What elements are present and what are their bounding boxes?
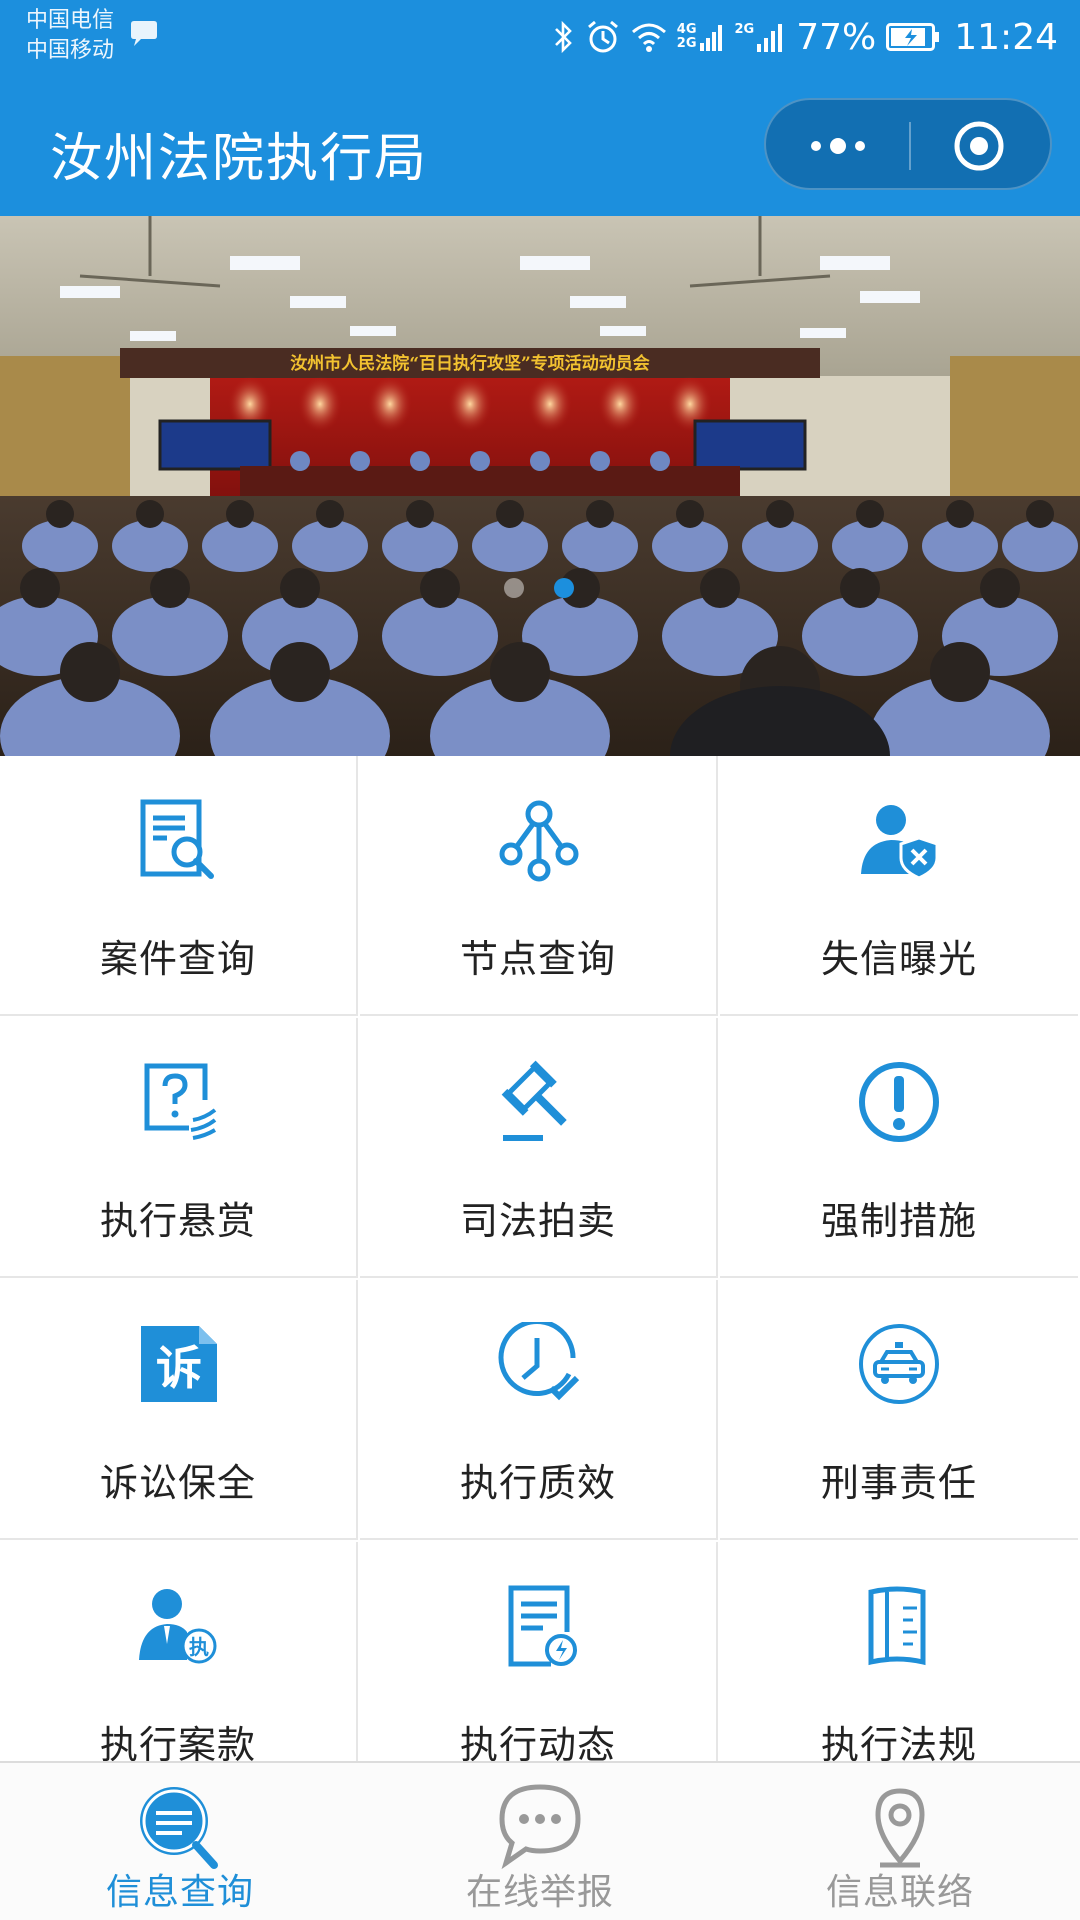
question-reward-icon: [144, 1063, 217, 1140]
tab-info-query[interactable]: 信息查询: [0, 1763, 360, 1920]
location-pin-icon: [875, 1788, 925, 1868]
tab-label: 在线举报: [465, 1872, 614, 1913]
menu-item-label: 执行动态: [459, 1723, 616, 1761]
menu-item-execution-news[interactable]: 执行动态: [360, 1542, 718, 1761]
menu-item-execution-reward[interactable]: 执行悬赏: [0, 1018, 358, 1278]
page-title: 汝州法院执行局: [50, 129, 429, 189]
network-type-2: 2G: [734, 22, 755, 37]
menu-item-label: 刑事责任: [820, 1461, 977, 1505]
signal-1-group: 4G 2G: [677, 23, 725, 51]
litigation-badge-char: 诉: [156, 1341, 202, 1395]
menu-item-label: 诉讼保全: [99, 1461, 256, 1505]
banner-slogan: 汝州市人民法院“百日执行攻坚”专项活动动员会: [290, 353, 650, 374]
rulebook-icon: [868, 1586, 926, 1666]
network-type-1: 4G: [676, 22, 697, 37]
menu-item-label: 执行质效: [459, 1461, 616, 1505]
menu-item-criminal-liability[interactable]: 刑事责任: [720, 1280, 1078, 1540]
document-search-icon: [140, 799, 214, 879]
signal-bars-2-icon: [757, 24, 783, 52]
menu-item-execution-quality[interactable]: 执行质效: [360, 1280, 718, 1540]
menu-item-node-query[interactable]: 节点查询: [360, 756, 718, 1016]
menu-item-label: 执行悬赏: [99, 1199, 256, 1243]
menu-item-label: 执行法规: [820, 1723, 977, 1761]
signal-2-group: 2G: [735, 22, 787, 52]
document-bolt-icon: [508, 1585, 577, 1667]
chat-bubble-icon: [499, 1784, 581, 1870]
menu-item-judicial-auction[interactable]: 司法拍卖: [360, 1018, 718, 1278]
more-button[interactable]: [766, 100, 909, 192]
menu-item-label: 案件查询: [99, 937, 256, 981]
close-button[interactable]: [907, 100, 1050, 192]
police-car-icon: [859, 1324, 939, 1404]
menu-item-label: 司法拍卖: [459, 1199, 616, 1243]
battery-percent: 77%: [796, 16, 877, 58]
menu-item-litigation-preservation[interactable]: 诉 诉讼保全: [0, 1280, 358, 1540]
bluetooth-icon: [554, 20, 572, 54]
menu-item-execution-regulations[interactable]: 执行法规: [720, 1542, 1078, 1761]
carrier-label-1: 中国电信: [26, 8, 115, 33]
menu-item-label: 执行案款: [99, 1723, 256, 1761]
execute-badge-char: 执: [189, 1635, 209, 1659]
clock: 11:24: [954, 16, 1058, 58]
carousel-dot-1[interactable]: [504, 578, 524, 598]
menu-item-label: 失信曝光: [820, 937, 977, 981]
menu-item-dishonest-exposure[interactable]: 失信曝光: [720, 756, 1078, 1016]
bottom-tab-bar: 信息查询 在线举报 信息联络: [0, 1761, 1080, 1920]
tab-label: 信息查询: [105, 1872, 254, 1913]
message-bubble-icon: [131, 21, 157, 46]
wifi-icon: [631, 23, 666, 52]
more-dots-icon: [811, 138, 865, 154]
network-type-1b: 2G: [676, 36, 697, 51]
menu-grid: 案件查询 节点查询 失信曝光 执行悬赏 司法拍卖 强制措施 诉 诉讼保全 执行质…: [0, 756, 1080, 1761]
menu-item-label: 节点查询: [459, 937, 616, 981]
menu-item-label: 强制措施: [820, 1199, 977, 1243]
status-bar: 中国电信 中国移动 4G 2G 2G 77% 11:24: [0, 0, 1080, 78]
clock-check-icon: [498, 1322, 580, 1401]
banner-image: 汝州市人民法院“百日执行攻坚”专项活动动员会: [0, 216, 1080, 756]
carousel-dot-2[interactable]: [554, 578, 574, 598]
menu-item-coercive-measures[interactable]: 强制措施: [720, 1018, 1078, 1278]
person-shield-x-icon: [861, 805, 939, 880]
node-tree-icon: [499, 800, 579, 882]
nav-bar: 汝州法院执行局: [0, 78, 1080, 216]
mini-program-capsule: [764, 98, 1052, 190]
alarm-icon: [587, 20, 618, 53]
exclamation-circle-icon: [859, 1062, 939, 1142]
person-payment-icon: 执: [139, 1589, 217, 1664]
tab-online-report[interactable]: 在线举报: [360, 1763, 720, 1920]
info-search-icon: [140, 1787, 218, 1869]
litigation-badge-icon: 诉: [141, 1326, 217, 1402]
tab-info-contact[interactable]: 信息联络: [720, 1763, 1080, 1920]
battery-charging-icon: [886, 23, 940, 51]
tab-label: 信息联络: [825, 1872, 974, 1913]
menu-item-execution-funds[interactable]: 执 执行案款: [0, 1542, 358, 1761]
signal-bars-1-icon: [699, 25, 722, 51]
menu-item-case-query[interactable]: 案件查询: [0, 756, 358, 1016]
carrier-label-2: 中国移动: [26, 38, 115, 63]
banner-carousel[interactable]: 汝州市人民法院“百日执行攻坚”专项活动动员会: [0, 216, 1080, 756]
target-circle-icon: [954, 121, 1004, 171]
gavel-icon: [501, 1060, 567, 1141]
